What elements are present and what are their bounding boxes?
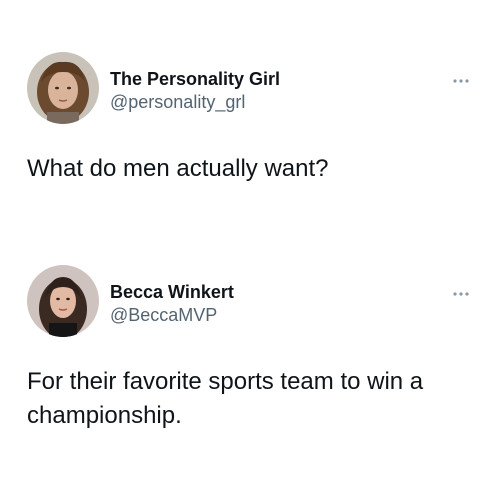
tweet-screenshot: The Personality Girl @personality_grl Wh…: [0, 0, 500, 500]
user-handle[interactable]: @BeccaMVP: [110, 304, 234, 326]
tweet: The Personality Girl @personality_grl Wh…: [0, 52, 500, 182]
tweet-text: For their favorite sports team to win a …: [27, 368, 424, 429]
tweet-text: What do men actually want?: [27, 155, 329, 182]
author-info: Becca Winkert @BeccaMVP: [110, 281, 234, 326]
tweet-header: Becca Winkert @BeccaMVP: [0, 265, 500, 337]
tweet-header: The Personality Girl @personality_grl: [0, 52, 500, 124]
more-horizontal-icon[interactable]: [452, 291, 470, 297]
more-horizontal-icon[interactable]: [452, 78, 470, 84]
user-handle[interactable]: @personality_grl: [110, 91, 280, 113]
avatar[interactable]: [27, 52, 99, 124]
display-name[interactable]: Becca Winkert: [110, 281, 234, 303]
tweet: Becca Winkert @BeccaMVP For their favori…: [0, 265, 500, 429]
avatar[interactable]: [27, 265, 99, 337]
author-info: The Personality Girl @personality_grl: [110, 68, 280, 113]
display-name[interactable]: The Personality Girl: [110, 68, 280, 90]
